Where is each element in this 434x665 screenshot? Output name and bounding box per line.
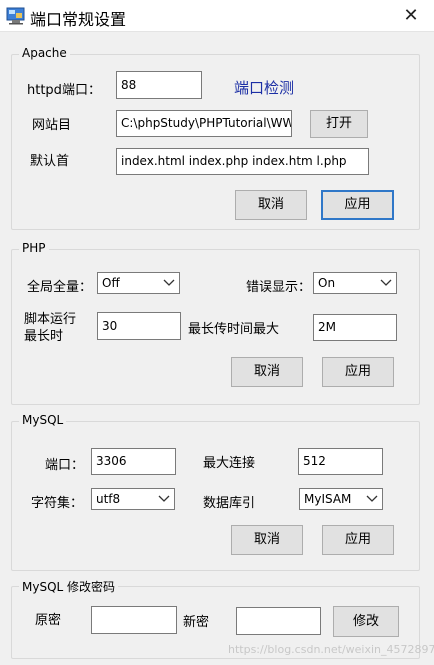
global-select[interactable]: Off: [97, 272, 180, 294]
max-connections-label: 最大连接: [203, 456, 256, 471]
app-window-icon: [6, 7, 25, 25]
charset-select[interactable]: utf8: [91, 488, 175, 510]
mysql-cancel-button[interactable]: 取消: [231, 525, 303, 555]
upload-limit-label: 最长传时间最大: [188, 322, 280, 337]
mysql-port-input[interactable]: 3306: [91, 448, 176, 475]
php-apply-button[interactable]: 应用: [322, 357, 394, 387]
global-label: 全局全量：: [27, 280, 93, 295]
db-engine-value: MyISAM: [304, 492, 352, 506]
port-check-link[interactable]: 端口检测: [234, 77, 294, 98]
new-password-input[interactable]: [236, 607, 321, 635]
max-connections-input[interactable]: 512: [298, 448, 383, 475]
open-folder-button[interactable]: 打开: [310, 110, 368, 138]
chevron-down-icon: [366, 495, 378, 502]
chevron-down-icon: [380, 279, 392, 286]
apache-apply-button[interactable]: 应用: [321, 190, 394, 220]
index-label: 默认首: [30, 154, 70, 169]
old-password-label: 原密: [35, 613, 62, 628]
charset-value: utf8: [96, 492, 121, 506]
window-title: 端口常规设置: [30, 10, 127, 29]
httpd-port-input[interactable]: 88: [116, 71, 202, 99]
timeout-label-line2: 最长时: [24, 329, 64, 344]
webroot-input[interactable]: C:\phpStudy\PHPTutorial\WWW: [116, 110, 292, 137]
index-input[interactable]: index.html index.php index.htm l.php: [116, 148, 369, 175]
timeout-input[interactable]: 30: [97, 312, 181, 340]
db-engine-select[interactable]: MyISAM: [299, 488, 383, 510]
new-password-label: 新密: [183, 615, 210, 630]
error-display-value: On: [318, 276, 336, 290]
apache-cancel-button[interactable]: 取消: [235, 190, 307, 220]
modify-password-button[interactable]: 修改: [333, 606, 399, 637]
old-password-input[interactable]: [91, 606, 177, 634]
webroot-label: 网站目: [32, 118, 72, 133]
error-display-select[interactable]: On: [313, 272, 397, 294]
close-icon[interactable]: ✕: [396, 3, 426, 29]
upload-limit-input[interactable]: 2M: [313, 314, 397, 341]
mysql-apply-button[interactable]: 应用: [322, 525, 394, 555]
chevron-down-icon: [158, 495, 170, 502]
mysql-port-label: 端口：: [45, 458, 85, 473]
global-select-value: Off: [102, 276, 120, 290]
apache-legend: Apache: [19, 46, 70, 60]
mysql-legend: MySQL: [19, 413, 67, 427]
password-legend: MySQL 修改密码: [19, 578, 119, 595]
httpd-port-label: httpd端口：: [27, 83, 101, 98]
watermark: https://blog.csdn.net/weixin_45728976: [228, 643, 434, 656]
php-cancel-button[interactable]: 取消: [231, 357, 303, 387]
php-legend: PHP: [19, 241, 49, 255]
db-engine-label: 数据库引: [203, 496, 256, 511]
chevron-down-icon: [163, 279, 175, 286]
error-display-label: 错误显示：: [246, 280, 312, 295]
charset-label: 字符集：: [31, 496, 84, 511]
